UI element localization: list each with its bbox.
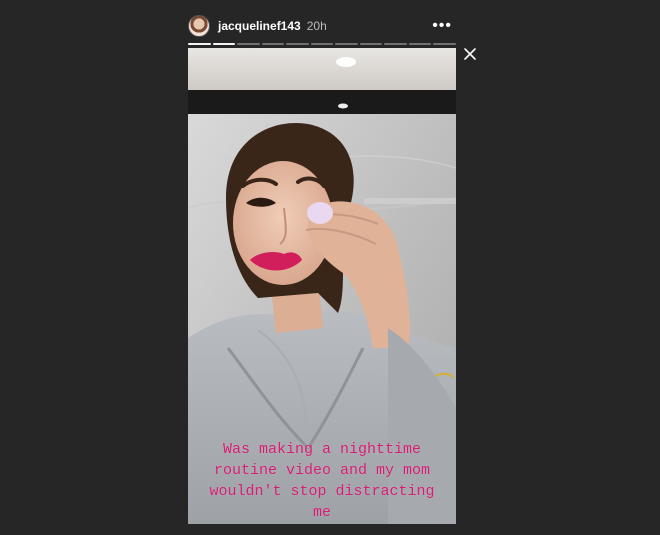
progress-segment xyxy=(237,43,260,45)
progress-segment xyxy=(384,43,407,45)
post-time: 20h xyxy=(306,19,327,33)
progress-segment xyxy=(433,43,457,45)
progress-bar xyxy=(188,43,457,45)
progress-segment xyxy=(261,43,285,45)
more-options-icon[interactable]: ••• xyxy=(432,17,452,35)
progress-segment xyxy=(335,43,358,45)
progress-segment xyxy=(286,43,309,45)
profile-avatar[interactable] xyxy=(188,15,210,37)
progress-segment xyxy=(359,43,383,45)
story-container[interactable]: jacquelinef143 20h ••• Was making a nigh… xyxy=(188,10,457,524)
username[interactable]: jacquelinef143 xyxy=(218,19,301,33)
story-image[interactable]: Was making a nighttime routine video and… xyxy=(188,48,456,524)
story-header: jacquelinef143 20h ••• xyxy=(188,14,456,38)
story-viewer: jacquelinef143 20h ••• Was making a nigh… xyxy=(0,0,660,535)
progress-segment xyxy=(408,43,432,45)
story-caption: Was making a nighttime routine video and… xyxy=(209,441,435,521)
progress-segment xyxy=(188,43,211,45)
progress-segment xyxy=(310,43,334,45)
close-icon[interactable] xyxy=(463,47,477,61)
progress-segment xyxy=(212,43,236,45)
